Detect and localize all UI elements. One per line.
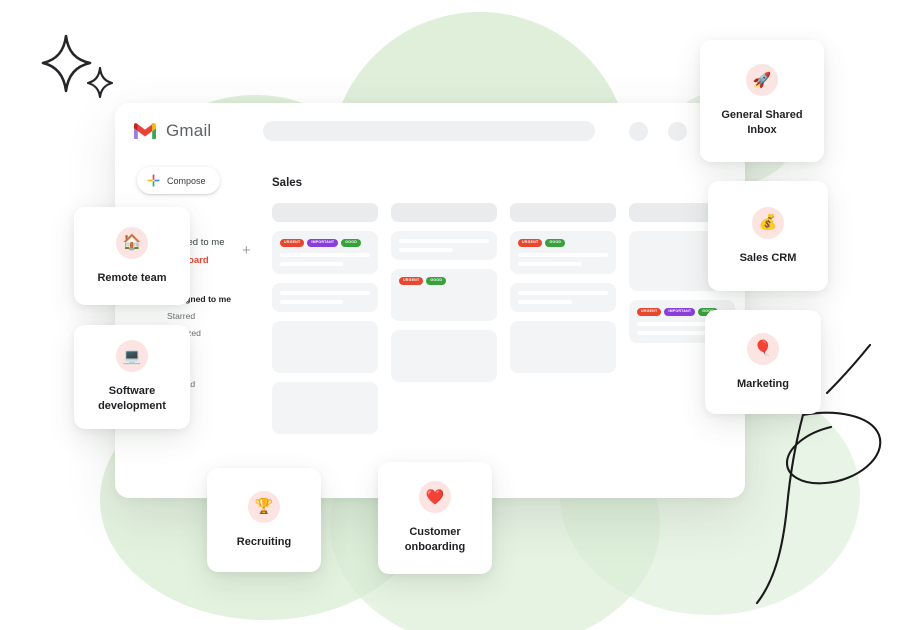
status-badge: URGENT: [280, 239, 305, 247]
board-card[interactable]: [272, 381, 378, 434]
search-input[interactable]: [263, 121, 595, 141]
status-badge: URGENT: [399, 277, 424, 285]
category-card-customer-onboarding[interactable]: ❤️ Customer onboarding: [378, 462, 492, 574]
heart-icon: ❤️: [419, 481, 451, 514]
status-badge: IMPORTANT: [307, 239, 339, 247]
column-header[interactable]: [272, 203, 378, 222]
status-badge: URGENT: [637, 308, 662, 316]
board-card[interactable]: [391, 231, 497, 260]
status-badge: GOOD: [545, 239, 566, 247]
trophy-icon: 🏆: [248, 490, 280, 523]
add-label-button[interactable]: +: [242, 243, 251, 258]
status-badge: GOOD: [426, 277, 447, 285]
category-card-remote-team[interactable]: 🏠 Remote team: [74, 207, 190, 305]
status-badge: URGENT: [518, 239, 543, 247]
window-header: Gmail: [115, 103, 745, 159]
category-card-label: Software development: [98, 385, 166, 412]
board-column: URGENT IMPORTANT GOOD: [272, 203, 378, 434]
card-text-line: [518, 261, 581, 266]
category-card-sales-crm[interactable]: 💰 Sales CRM: [708, 181, 828, 291]
card-tags: URGENT IMPORTANT GOOD: [280, 239, 370, 247]
card-text-line: [518, 252, 608, 257]
gmail-m-icon: [134, 122, 156, 139]
card-text-line: [637, 330, 709, 335]
card-text-line: [280, 252, 370, 257]
money-bag-icon: 💰: [752, 206, 784, 239]
column-header[interactable]: [510, 203, 616, 222]
brand[interactable]: Gmail: [133, 121, 263, 141]
header-icon-button[interactable]: [668, 121, 687, 141]
gmail-window: Gmail Compose Assigned to me + Assigned …: [115, 103, 745, 498]
status-badge: IMPORTANT: [664, 308, 696, 316]
screenshot-stage: Gmail Compose Assigned to me + Assigned …: [0, 0, 918, 630]
board-card[interactable]: [510, 282, 616, 312]
board-column: URGENT GOOD: [510, 203, 616, 434]
board-card[interactable]: [510, 320, 616, 373]
category-card-general-shared-inbox[interactable]: 🚀 General Shared Inbox: [700, 40, 824, 162]
card-tags: URGENT GOOD: [399, 277, 489, 285]
balloon-icon: 🎈: [747, 332, 779, 365]
card-text-line: [280, 261, 343, 266]
submenu-item-starred[interactable]: Starred: [167, 308, 260, 325]
board-card[interactable]: URGENT IMPORTANT GOOD: [272, 231, 378, 274]
board-card[interactable]: URGENT GOOD: [510, 231, 616, 274]
card-text-line: [280, 299, 343, 304]
category-card-marketing[interactable]: 🎈 Marketing: [705, 310, 821, 414]
board-card[interactable]: [272, 282, 378, 312]
status-badge: GOOD: [341, 239, 362, 247]
category-card-label: Sales CRM: [739, 251, 797, 264]
card-text-line: [399, 239, 489, 243]
card-tags: URGENT GOOD: [518, 239, 608, 247]
category-card-label: Recruiting: [236, 535, 292, 548]
laptop-icon: 💻: [116, 340, 148, 373]
card-text-line: [518, 290, 608, 295]
card-text-line: [518, 299, 572, 304]
house-icon: 🏠: [116, 226, 148, 259]
card-text-line: [399, 248, 453, 252]
compose-button[interactable]: Compose: [137, 167, 220, 194]
brand-name: Gmail: [166, 121, 212, 140]
category-card-label: Marketing: [737, 377, 789, 390]
kanban-board: Sales URGENT IMPORTANT GOOD URGENT GOOD …: [260, 159, 745, 498]
category-card-software-development[interactable]: 💻 Software development: [74, 325, 190, 429]
rocket-icon: 🚀: [746, 64, 778, 97]
board-column: URGENT GOOD: [391, 203, 497, 434]
plus-icon: [147, 174, 160, 187]
board-card[interactable]: URGENT GOOD: [391, 269, 497, 321]
window-body: Compose All Assigned to me Dashboard + ▾…: [115, 159, 745, 498]
sparkle-icon: [41, 34, 114, 99]
board-card[interactable]: [272, 320, 378, 373]
category-card-recruiting[interactable]: 🏆 Recruiting: [207, 468, 321, 572]
category-card-label: Customer onboarding: [404, 526, 466, 553]
page-title: Sales: [272, 177, 303, 189]
board-columns: URGENT IMPORTANT GOOD URGENT GOOD URGENT…: [272, 203, 745, 434]
header-icon-button[interactable]: [629, 121, 648, 141]
board-card[interactable]: [391, 330, 497, 382]
card-text-line: [280, 290, 370, 295]
column-header[interactable]: [391, 203, 497, 222]
category-card-label: General Shared Inbox: [721, 109, 803, 136]
category-card-label: Remote team: [97, 271, 167, 284]
compose-label: Compose: [167, 175, 206, 186]
